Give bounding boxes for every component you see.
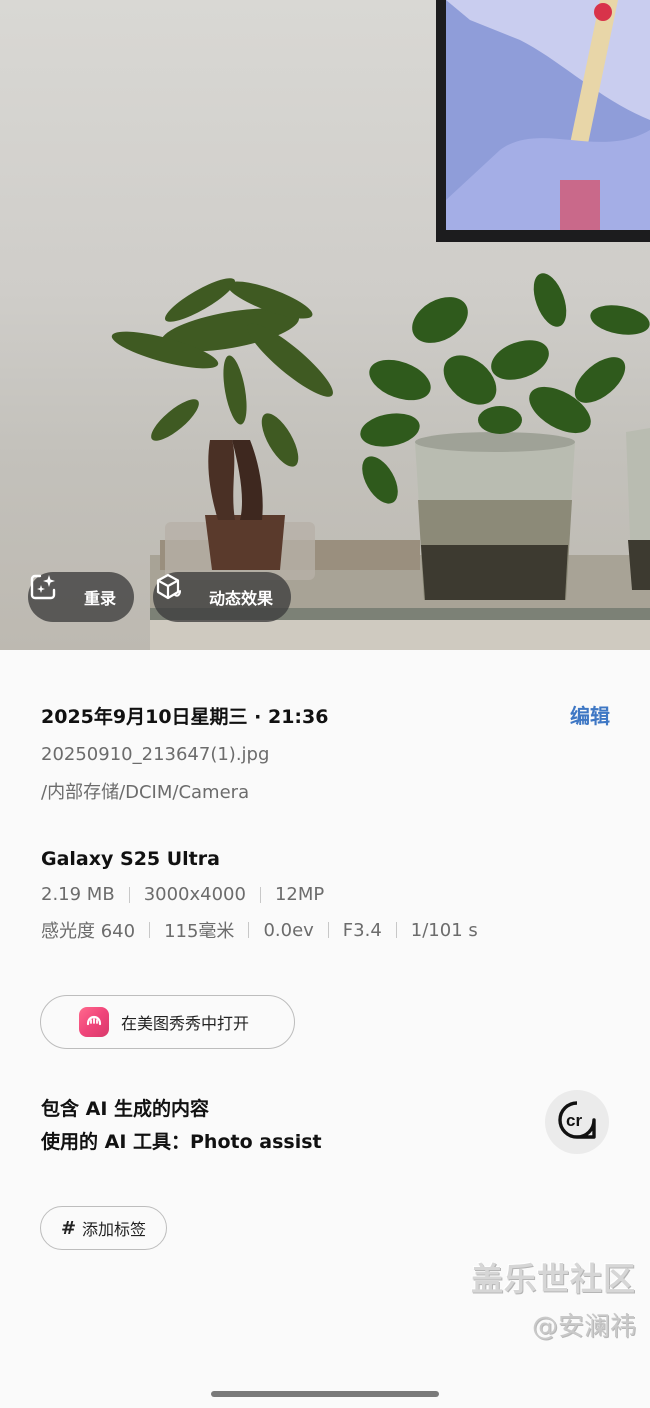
divider — [259, 886, 261, 903]
details-panel: 2025年9月10日星期三 · 21:36 编辑 20250910_213647… — [0, 650, 650, 1408]
capture-datetime: 2025年9月10日星期三 · 21:36 — [41, 706, 329, 728]
divider — [395, 922, 397, 938]
watermark-author: @安澜祎 — [531, 1312, 636, 1342]
motion-effect-label: 动态效果 — [209, 589, 274, 608]
photo-image — [111, 0, 650, 650]
resolution: 3000x4000 — [143, 884, 246, 905]
shutter-speed: 1/101 s — [410, 919, 478, 941]
divider — [248, 922, 250, 938]
file-size: 2.19 MB — [41, 884, 115, 905]
open-in-meitu-label: 在美图秀秀中打开 — [121, 1014, 250, 1033]
file-name: 20250910_213647(1).jpg — [41, 744, 270, 765]
divider — [128, 886, 130, 903]
focal-length: 115毫米 — [164, 921, 235, 942]
meitu-app-icon — [79, 1007, 109, 1037]
photo-view[interactable]: 重录 动态效果 — [0, 0, 650, 650]
exposure-specs-row: 感光度 640 115毫米 0.0ev F3.4 1/101 s — [41, 917, 478, 943]
ai-tool-line: 使用的 AI 工具：Photo assist — [41, 1131, 322, 1153]
megapixels: 12MP — [274, 884, 325, 905]
add-tag-button[interactable]: # 添加标签 — [40, 1206, 167, 1250]
home-indicator[interactable] — [211, 1391, 439, 1397]
device-model: Galaxy S25 Ultra — [41, 848, 220, 870]
edit-button[interactable]: 编辑 — [570, 700, 610, 729]
hash-icon: # — [60, 1217, 77, 1239]
ai-content-notice: 包含 AI 生成的内容 使用的 AI 工具：Photo assist — [41, 1093, 322, 1159]
iso-value: 感光度 640 — [41, 921, 136, 942]
watermark-community: 盖乐世社区 — [470, 1260, 636, 1298]
open-in-meitu-button[interactable]: 在美图秀秀中打开 — [40, 995, 295, 1049]
cube-motion-icon — [156, 573, 201, 614]
file-specs-row: 2.19 MB 3000x4000 12MP — [41, 884, 324, 905]
content-credentials-cr-icon: cr — [557, 1100, 597, 1144]
content-credentials-badge[interactable]: cr — [545, 1090, 609, 1154]
ai-content-line: 包含 AI 生成的内容 — [41, 1098, 210, 1120]
file-path[interactable]: /内部存储/DCIM/Camera — [41, 778, 249, 804]
svg-text:cr: cr — [566, 1111, 582, 1130]
motion-effect-button[interactable]: 动态效果 — [153, 572, 292, 622]
remaster-button[interactable]: 重录 — [28, 572, 135, 622]
exposure-value: 0.0ev — [263, 919, 314, 941]
divider — [327, 922, 329, 938]
add-tag-label: 添加标签 — [82, 1220, 147, 1239]
divider — [149, 922, 151, 938]
remaster-label: 重录 — [84, 589, 117, 608]
aperture: F3.4 — [342, 919, 382, 941]
sparkle-frame-icon — [30, 574, 76, 614]
